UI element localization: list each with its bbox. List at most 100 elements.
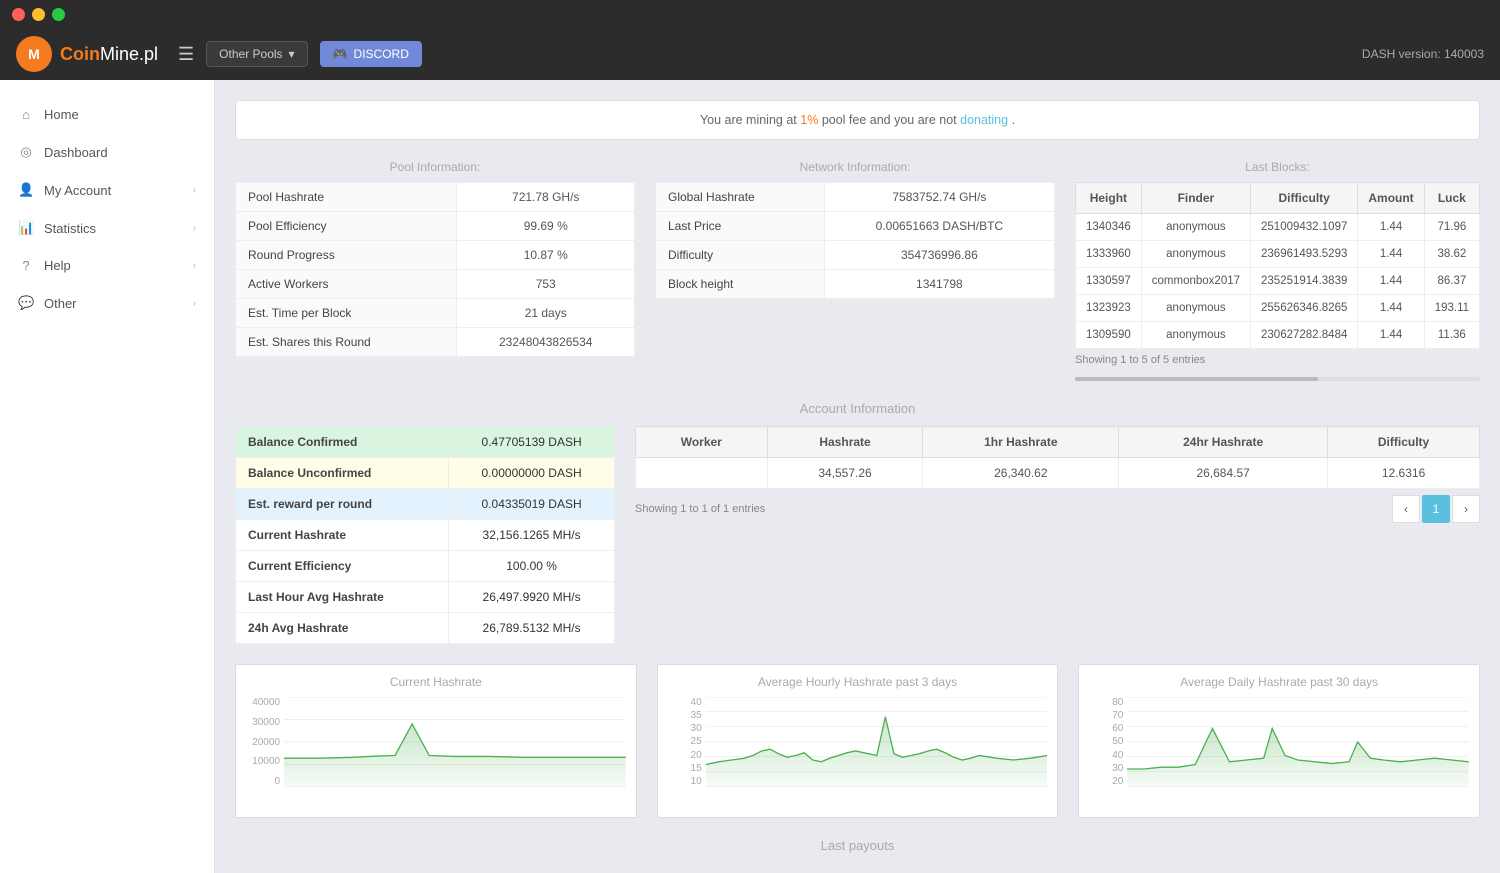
statistics-icon: 📊: [18, 220, 34, 236]
sidebar-label-statistics: Statistics: [44, 221, 96, 236]
blocks-col-header: Height: [1076, 183, 1142, 214]
table-row: Active Workers753: [236, 270, 635, 299]
pool-value: 753: [457, 270, 635, 299]
hourly-hashrate-title: Average Hourly Hashrate past 3 days: [668, 675, 1048, 689]
blocks-col-header: Difficulty: [1251, 183, 1358, 214]
pool-label: Pool Hashrate: [236, 183, 457, 212]
other-pools-button[interactable]: Other Pools ▾: [206, 41, 307, 67]
pool-label: Pool Efficiency: [236, 212, 457, 241]
balance-value: 0.47705139 DASH: [449, 427, 615, 458]
account-icon: 👤: [18, 182, 34, 198]
net-value: 1341798: [824, 270, 1054, 299]
pool-value: 23248043826534: [457, 328, 635, 357]
sidebar-label-home: Home: [44, 107, 79, 122]
balance-value: 100.00 %: [449, 551, 615, 582]
maximize-dot[interactable]: [52, 8, 65, 21]
alert-text-after: .: [1012, 113, 1015, 127]
pool-value: 721.78 GH/s: [457, 183, 635, 212]
table-row: 1340346anonymous251009432.10971.4471.96: [1076, 214, 1480, 241]
current-hashrate-title: Current Hashrate: [246, 675, 626, 689]
brand-logo: M: [16, 36, 52, 72]
table-row: Pool Hashrate721.78 GH/s: [236, 183, 635, 212]
last-blocks-section: Last Blocks: HeightFinderDifficultyAmoun…: [1075, 160, 1480, 381]
table-row: Round Progress10.87 %: [236, 241, 635, 270]
sidebar-item-my-account[interactable]: 👤 My Account ›: [0, 171, 214, 209]
chevron-right-icon: ›: [193, 185, 196, 196]
discord-icon: 🎮: [333, 47, 348, 61]
sidebar-item-home[interactable]: ⌂ Home: [0, 96, 214, 133]
balance-section: Balance Confirmed0.47705139 DASHBalance …: [235, 426, 615, 644]
minimize-dot[interactable]: [32, 8, 45, 21]
info-row-top: Pool Information: Pool Hashrate721.78 GH…: [235, 160, 1480, 381]
home-icon: ⌂: [18, 107, 34, 122]
net-label: Global Hashrate: [656, 183, 825, 212]
scroll-thumb: [1075, 377, 1318, 381]
table-row: 24h Avg Hashrate26,789.5132 MH/s: [236, 613, 615, 644]
hourly-hashrate-area: 40 35 30 25 20 15 10: [668, 697, 1048, 807]
current-hashrate-chart: Current Hashrate 40000 30000 20000 10000…: [235, 664, 637, 818]
workers-section: WorkerHashrate1hr Hashrate24hr HashrateD…: [635, 426, 1480, 644]
sidebar-item-statistics[interactable]: 📊 Statistics ›: [0, 209, 214, 247]
daily-hashrate-area: 80 70 60 50 40 30 20: [1089, 697, 1469, 807]
daily-hashrate-chart: Average Daily Hashrate past 30 days 80 7…: [1078, 664, 1480, 818]
account-section-title: Account Information: [235, 401, 1480, 416]
pool-value: 99.69 %: [457, 212, 635, 241]
table-row: Pool Efficiency99.69 %: [236, 212, 635, 241]
table-row: 1323923anonymous255626346.82651.44193.11: [1076, 295, 1480, 322]
prev-page-button[interactable]: ‹: [1392, 495, 1420, 523]
table-row: Est. reward per round0.04335019 DASH: [236, 489, 615, 520]
balance-value: 0.00000000 DASH: [449, 458, 615, 489]
pool-value: 21 days: [457, 299, 635, 328]
last-blocks-title: Last Blocks:: [1075, 160, 1480, 174]
donating-link[interactable]: donating: [960, 113, 1008, 127]
table-row: 1330597commonbox2017235251914.38391.4486…: [1076, 268, 1480, 295]
account-row: Balance Confirmed0.47705139 DASHBalance …: [235, 426, 1480, 644]
chevron-right-icon-other: ›: [193, 298, 196, 309]
network-info-table: Global Hashrate7583752.74 GH/sLast Price…: [655, 182, 1055, 299]
hourly-hashrate-chart: Average Hourly Hashrate past 3 days 40 3…: [657, 664, 1059, 818]
net-value: 7583752.74 GH/s: [824, 183, 1054, 212]
sidebar-item-help[interactable]: ? Help ›: [0, 247, 214, 284]
workers-footer-text: Showing 1 to 1 of 1 entries: [635, 503, 765, 515]
chevron-right-icon-help: ›: [193, 260, 196, 271]
network-info-title: Network Information:: [655, 160, 1055, 174]
menu-toggle[interactable]: ☰: [178, 44, 194, 65]
balance-label: Balance Unconfirmed: [236, 458, 449, 489]
pool-value: 10.87 %: [457, 241, 635, 270]
discord-button[interactable]: 🎮 DISCORD: [320, 41, 422, 67]
balance-value: 26,789.5132 MH/s: [449, 613, 615, 644]
balance-value: 32,156.1265 MH/s: [449, 520, 615, 551]
table-row: Balance Confirmed0.47705139 DASH: [236, 427, 615, 458]
help-icon: ?: [18, 258, 34, 273]
table-row: Global Hashrate7583752.74 GH/s: [656, 183, 1055, 212]
sidebar-item-dashboard[interactable]: ◎ Dashboard: [0, 133, 214, 171]
net-label: Difficulty: [656, 241, 825, 270]
table-row: Est. Shares this Round23248043826534: [236, 328, 635, 357]
balance-value: 26,497.9920 MH/s: [449, 582, 615, 613]
close-dot[interactable]: [12, 8, 25, 21]
chevron-down-icon: ▾: [289, 47, 295, 61]
charts-row: Current Hashrate 40000 30000 20000 10000…: [235, 664, 1480, 818]
pool-info-table: Pool Hashrate721.78 GH/sPool Efficiency9…: [235, 182, 635, 357]
alert-text-before: You are mining at: [700, 113, 800, 127]
balance-label: Current Efficiency: [236, 551, 449, 582]
table-row: Last Price0.00651663 DASH/BTC: [656, 212, 1055, 241]
main-content: You are mining at 1% pool fee and you ar…: [215, 80, 1500, 873]
scroll-indicator: [1075, 377, 1480, 381]
sidebar-label-help: Help: [44, 258, 71, 273]
net-value: 354736996.86: [824, 241, 1054, 270]
page-1-button[interactable]: 1: [1422, 495, 1450, 523]
sidebar-label-other: Other: [44, 296, 77, 311]
daily-hashrate-svg: [1127, 697, 1469, 787]
current-hashrate-area: 40000 30000 20000 10000 0: [246, 697, 626, 807]
pool-label: Round Progress: [236, 241, 457, 270]
sidebar-item-other[interactable]: 💬 Other ›: [0, 284, 214, 322]
current-hashrate-y-labels: 40000 30000 20000 10000 0: [246, 697, 284, 787]
next-page-button[interactable]: ›: [1452, 495, 1480, 523]
pool-label: Est. Time per Block: [236, 299, 457, 328]
last-blocks-table: HeightFinderDifficultyAmountLuck 1340346…: [1075, 182, 1480, 349]
workers-footer: Showing 1 to 1 of 1 entries ‹ 1 ›: [635, 495, 1480, 523]
pool-label: Est. Shares this Round: [236, 328, 457, 357]
os-bar: [0, 0, 1500, 28]
blocks-footer: Showing 1 to 5 of 5 entries: [1075, 349, 1480, 371]
